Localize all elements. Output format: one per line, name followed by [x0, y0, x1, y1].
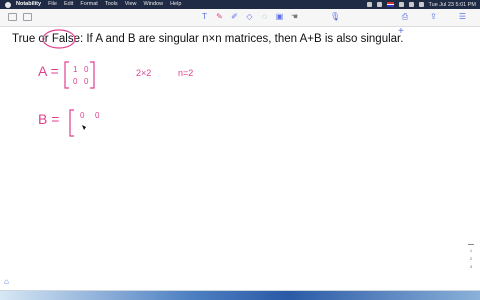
window-controls: [8, 13, 32, 21]
a-label: A =: [38, 63, 59, 79]
menu-file[interactable]: File: [48, 0, 57, 9]
status-area: Tue Jul 23 5:01 PM: [366, 0, 477, 9]
menu-help[interactable]: Help: [170, 0, 181, 9]
image-icon[interactable]: ▣: [275, 12, 284, 21]
menu-view[interactable]: View: [125, 0, 137, 9]
eraser-icon[interactable]: ◇: [245, 12, 254, 21]
page-settings-icon[interactable]: ⌂: [4, 278, 12, 286]
pager-page-3[interactable]: 3: [470, 264, 472, 269]
page-view-icon[interactable]: [23, 13, 32, 21]
menu-window[interactable]: Window: [144, 0, 164, 9]
toolbar-right: ⎙ ⇪ ☰: [402, 12, 466, 22]
a-cell-21: 0: [73, 77, 78, 86]
b-cell-11: 0: [80, 111, 85, 120]
b-label: B =: [38, 111, 59, 127]
menu-list: Notability File Edit Format Tools View W…: [16, 0, 181, 9]
text-cursor-icon[interactable]: T: [200, 12, 209, 21]
pager-page-1[interactable]: 1: [470, 248, 472, 253]
menu-app-name[interactable]: Notability: [16, 0, 41, 9]
pager-dash: [468, 244, 474, 245]
size-note: 2×2: [136, 68, 151, 78]
search-icon[interactable]: [408, 2, 414, 7]
desktop-dock: [0, 291, 480, 300]
export-icon[interactable]: ⇪: [430, 12, 437, 22]
clock[interactable]: Tue Jul 23 5:01 PM: [429, 2, 477, 8]
input-source-flag-icon[interactable]: [386, 2, 394, 7]
app-toolbar: T ✎ ✐ ◇ ◌ ▣ ☚ 🎙 ⎙ ⇪ ☰: [0, 9, 480, 27]
sidebar-toggle-icon[interactable]: [8, 13, 17, 21]
menu-bar: Notability File Edit Format Tools View W…: [0, 0, 480, 9]
control-center-icon[interactable]: [418, 2, 424, 7]
microphone-icon[interactable]: 🎙: [330, 12, 340, 21]
pen-cursor-icon: [82, 125, 86, 130]
lasso-icon[interactable]: ◌: [260, 12, 269, 21]
a-cell-12: 0: [84, 65, 89, 74]
ink-canvas[interactable]: A = 1 0 0 0 2×2 n=2 B = 0 0: [0, 26, 480, 290]
menu-tools[interactable]: Tools: [105, 0, 118, 9]
apple-menu-icon[interactable]: [5, 1, 11, 8]
a-right-bracket: [90, 61, 95, 89]
menu-format[interactable]: Format: [80, 0, 97, 9]
highlighter-icon[interactable]: ✐: [230, 12, 239, 21]
a-left-bracket: [64, 61, 69, 89]
n-note: n=2: [178, 68, 193, 78]
wifi-icon[interactable]: [398, 2, 404, 7]
pager-page-2[interactable]: 2: [470, 256, 472, 261]
menu-edit[interactable]: Edit: [64, 0, 73, 9]
page-scroller[interactable]: 1 2 3: [466, 244, 476, 269]
menu-icon[interactable]: ☰: [459, 12, 466, 22]
pen-icon[interactable]: ✎: [215, 12, 224, 21]
battery-icon[interactable]: [376, 2, 382, 7]
tool-palette: T ✎ ✐ ◇ ◌ ▣ ☚: [200, 12, 299, 21]
share-icon[interactable]: ⎙: [402, 12, 408, 22]
circle-annotation: [42, 29, 76, 49]
record-icon[interactable]: [366, 2, 372, 7]
b-left-bracket: [69, 109, 74, 137]
hand-icon[interactable]: ☚: [290, 12, 299, 21]
a-cell-22: 0: [84, 77, 89, 86]
b-cell-12: 0: [95, 111, 100, 120]
a-cell-11: 1: [73, 65, 78, 74]
